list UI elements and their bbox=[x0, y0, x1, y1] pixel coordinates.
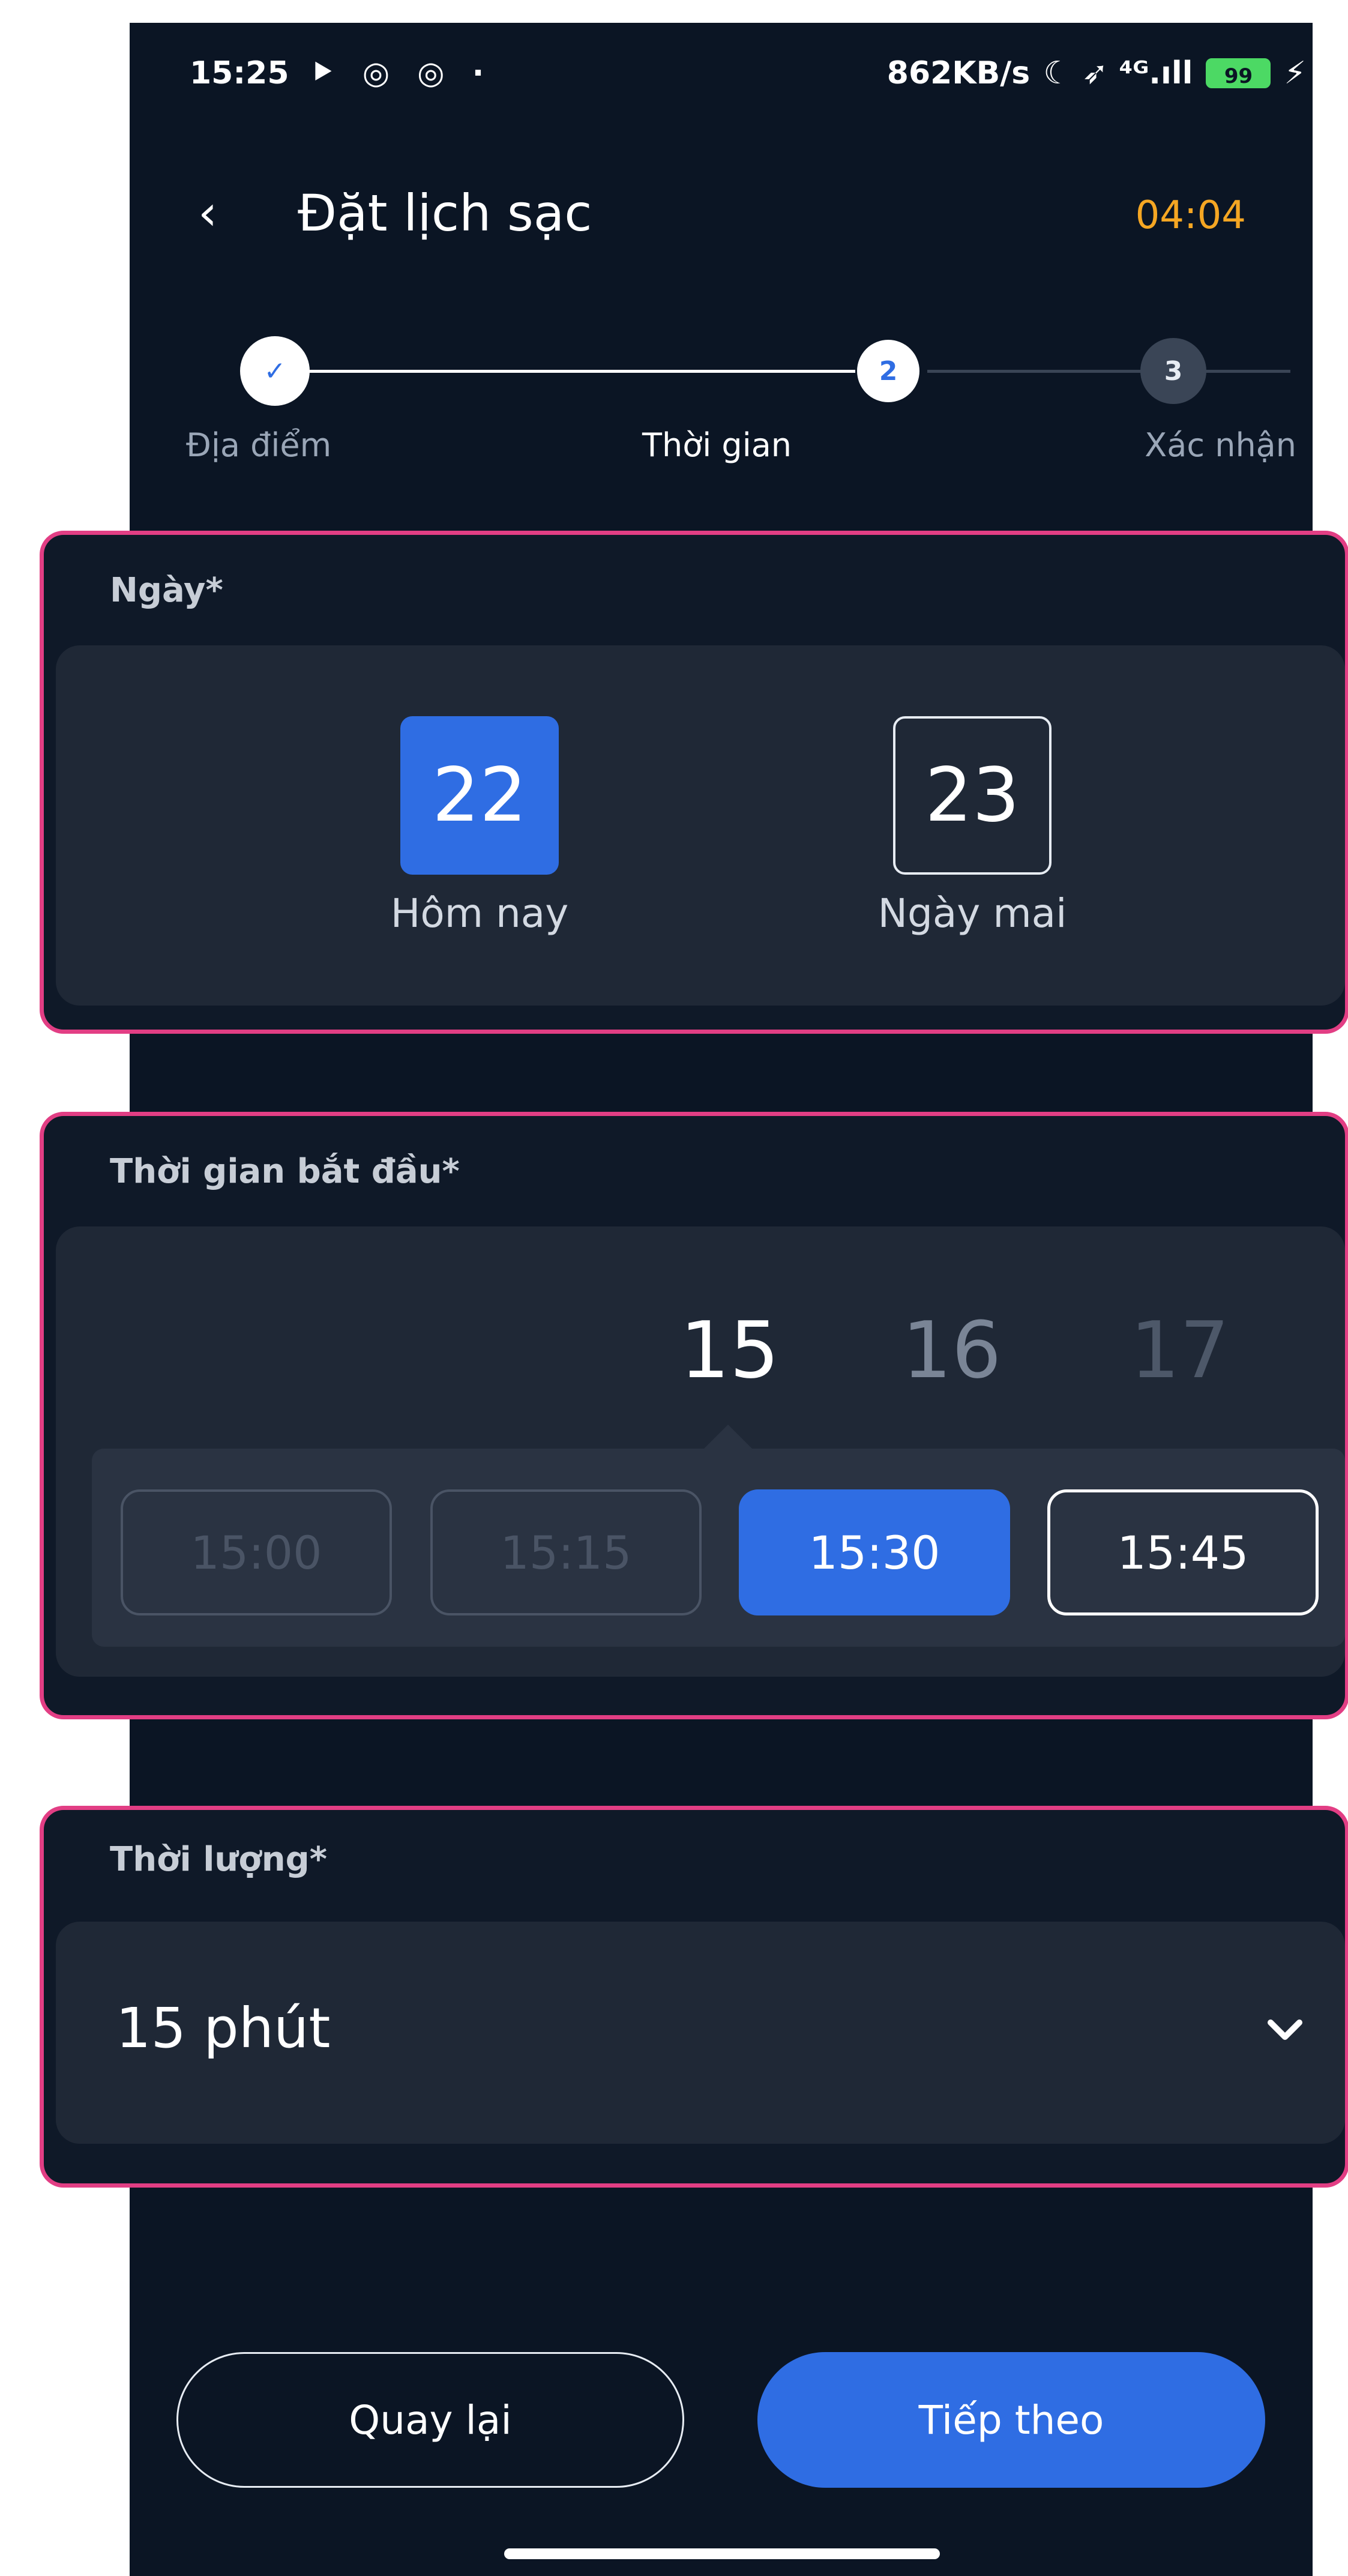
countdown-timer: 04:04 bbox=[1135, 193, 1246, 238]
step-connector-done bbox=[270, 370, 855, 373]
step-1-label: Địa điểm bbox=[186, 426, 332, 464]
date-option-today[interactable]: 22 bbox=[400, 716, 559, 875]
home-indicator[interactable] bbox=[504, 2548, 940, 2559]
time-slot-disabled: 15:00 bbox=[121, 1489, 392, 1615]
step-connector-pending bbox=[927, 370, 1290, 373]
duration-section: Thời lượng* 15 phút bbox=[40, 1806, 1348, 2188]
charging-icon: ⚡ bbox=[1284, 55, 1306, 91]
date-card: 22 Hôm nay 23 Ngày mai bbox=[56, 645, 1345, 1006]
start-time-section: Thời gian bắt đầu* 15 16 17 15:00 15:15 … bbox=[40, 1112, 1348, 1719]
step-1-check-icon: ✓ bbox=[240, 336, 310, 406]
date-caption-today: Hôm nay bbox=[390, 890, 569, 937]
battery-icon: 99 bbox=[1206, 58, 1271, 88]
network-speed: 862KB/s bbox=[886, 55, 1031, 91]
status-bar: 15:25 ⯈ ◎ ◎ · 862KB/s ☾ ➶ ⁴ᴳ.ıll 99 ⚡ bbox=[190, 55, 1306, 103]
step-2-indicator: 2 bbox=[857, 340, 919, 402]
hour-pointer bbox=[704, 1425, 752, 1449]
back-button[interactable]: Quay lại bbox=[176, 2352, 684, 2488]
step-2-label: Thời gian bbox=[642, 426, 792, 464]
notification-icons: ⯈ ◎ ◎ · bbox=[310, 55, 493, 91]
date-caption-tomorrow: Ngày mai bbox=[877, 890, 1067, 937]
duration-select[interactable]: 15 phút bbox=[56, 1922, 1345, 2144]
hour-option[interactable]: 16 bbox=[902, 1305, 1001, 1396]
hour-option[interactable]: 17 bbox=[1130, 1305, 1229, 1396]
time-slot-disabled: 15:15 bbox=[430, 1489, 702, 1615]
date-section: Ngày* 22 Hôm nay 23 Ngày mai bbox=[40, 531, 1348, 1034]
chevron-down-icon bbox=[1268, 2019, 1302, 2040]
status-time: 15:25 bbox=[190, 55, 289, 91]
time-slot-selected[interactable]: 15:30 bbox=[739, 1489, 1010, 1615]
start-time-card: 15 16 17 15:00 15:15 15:30 15:45 bbox=[56, 1226, 1345, 1677]
signal-icons: ☾ ➶ ⁴ᴳ.ıll bbox=[1043, 55, 1193, 91]
time-slot-list: 15:00 15:15 15:30 15:45 bbox=[92, 1449, 1345, 1647]
progress-stepper: ✓ 2 3 Địa điểm Thời gian Xác nhận bbox=[180, 336, 1296, 486]
date-option-tomorrow[interactable]: 23 bbox=[893, 716, 1052, 875]
duration-label: Thời lượng* bbox=[110, 1840, 328, 1879]
next-button[interactable]: Tiếp theo bbox=[757, 2352, 1265, 2488]
status-right: 862KB/s ☾ ➶ ⁴ᴳ.ıll 99 ⚡ bbox=[887, 55, 1306, 91]
time-slot[interactable]: 15:45 bbox=[1047, 1489, 1319, 1615]
date-label: Ngày* bbox=[110, 571, 223, 610]
step-3-label: Xác nhận bbox=[1145, 426, 1296, 464]
step-3-indicator: 3 bbox=[1140, 338, 1206, 404]
hour-option-selected[interactable]: 15 bbox=[680, 1305, 779, 1396]
header: ‹ Đặt lịch sạc 04:04 bbox=[190, 180, 1246, 252]
duration-value: 15 phút bbox=[116, 1996, 331, 2060]
page-title: Đặt lịch sạc bbox=[298, 184, 592, 243]
back-arrow-icon[interactable]: ‹ bbox=[198, 185, 217, 241]
start-time-label: Thời gian bắt đầu* bbox=[110, 1152, 460, 1191]
